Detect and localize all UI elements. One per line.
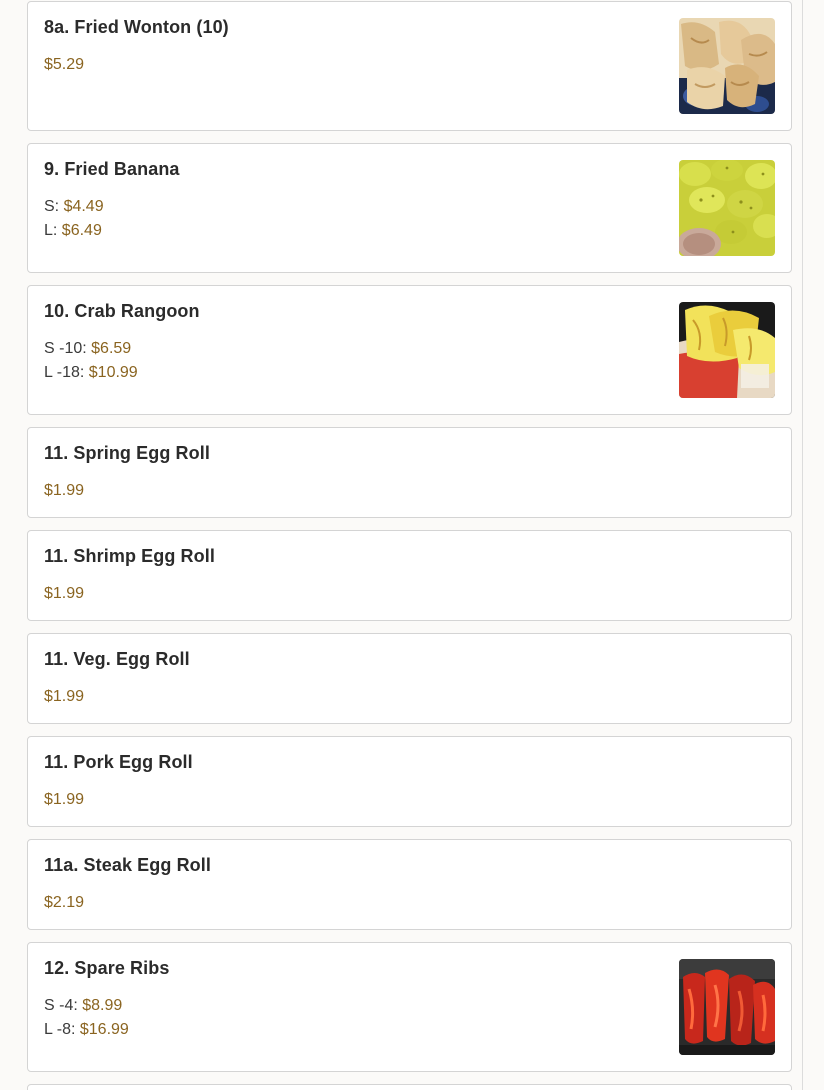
item-name: 9. Fried Banana bbox=[44, 159, 180, 179]
price-value: $10.99 bbox=[88, 364, 138, 381]
item-name: 12. Spare Ribs bbox=[44, 958, 170, 978]
menu-item-list: 8a. Fried Wonton (10) $5.29 9. Fried Ban… bbox=[27, 1, 792, 1090]
crab-rangoon-photo bbox=[679, 302, 775, 398]
price-row: L -8: $16.99 bbox=[44, 1018, 129, 1042]
item-prices: $1.99 bbox=[44, 685, 84, 709]
price-size-label: S: bbox=[44, 198, 64, 215]
item-name: 11a. Steak Egg Roll bbox=[44, 855, 211, 875]
price-row: S -10: $6.59 bbox=[44, 337, 138, 361]
page-divider bbox=[802, 0, 803, 1090]
price-value: $8.99 bbox=[82, 997, 123, 1014]
fried-banana-photo bbox=[679, 160, 775, 256]
menu-page: 8a. Fried Wonton (10) $5.29 9. Fried Ban… bbox=[0, 0, 824, 1090]
menu-item-card[interactable]: 11. Spring Egg Roll $1.99 bbox=[27, 427, 792, 518]
price-row: $1.99 bbox=[44, 685, 84, 709]
price-value: $6.49 bbox=[61, 222, 102, 239]
item-name: 10. Crab Rangoon bbox=[44, 301, 200, 321]
item-name: 8a. Fried Wonton (10) bbox=[44, 17, 229, 37]
price-value: $4.49 bbox=[63, 198, 104, 215]
item-prices: $1.99 bbox=[44, 788, 84, 812]
price-size-label: L -8: bbox=[44, 1021, 80, 1038]
menu-item-card[interactable]: 12. Spare Ribs S -4: $8.99 L -8: $16.99 bbox=[27, 942, 792, 1072]
fried-wonton-photo bbox=[679, 18, 775, 114]
price-size-label: L: bbox=[44, 222, 62, 239]
item-prices: $1.99 bbox=[44, 582, 84, 606]
price-value: $2.19 bbox=[44, 894, 85, 911]
menu-item-card[interactable]: 11. Veg. Egg Roll $1.99 bbox=[27, 633, 792, 724]
menu-item-card[interactable]: 10. Crab Rangoon S -10: $6.59 L -18: $10… bbox=[27, 285, 792, 415]
price-row: S: $4.49 bbox=[44, 195, 104, 219]
menu-item-card[interactable]: 9. Fried Banana S: $4.49 L: $6.49 bbox=[27, 143, 792, 273]
price-row: $2.19 bbox=[44, 891, 84, 915]
item-name: 11. Shrimp Egg Roll bbox=[44, 546, 215, 566]
price-size-label: S -10: bbox=[44, 340, 92, 357]
price-row: $5.29 bbox=[44, 53, 84, 77]
item-prices: $5.29 bbox=[44, 53, 84, 77]
price-row: S -4: $8.99 bbox=[44, 994, 129, 1018]
spare-ribs-photo bbox=[679, 959, 775, 1055]
price-value: $16.99 bbox=[79, 1021, 129, 1038]
price-value: $1.99 bbox=[44, 482, 85, 499]
menu-item-card[interactable]: 8a. Fried Wonton (10) $5.29 bbox=[27, 1, 792, 131]
price-value: $1.99 bbox=[44, 791, 85, 808]
item-prices: S -10: $6.59 L -18: $10.99 bbox=[44, 337, 138, 385]
price-value: $1.99 bbox=[44, 585, 85, 602]
price-size-label: S -4: bbox=[44, 997, 83, 1014]
item-name: 11. Veg. Egg Roll bbox=[44, 649, 190, 669]
price-row: $1.99 bbox=[44, 788, 84, 812]
price-row: $1.99 bbox=[44, 479, 84, 503]
price-row: L: $6.49 bbox=[44, 219, 104, 243]
price-size-label: L -18: bbox=[44, 364, 89, 381]
item-name: 11. Pork Egg Roll bbox=[44, 752, 193, 772]
price-row: L -18: $10.99 bbox=[44, 361, 138, 385]
item-prices: $1.99 bbox=[44, 479, 84, 503]
item-prices: S -4: $8.99 L -8: $16.99 bbox=[44, 994, 129, 1042]
menu-item-card[interactable]: 11a. Steak Egg Roll $2.19 bbox=[27, 839, 792, 930]
price-value: $1.99 bbox=[44, 688, 85, 705]
item-prices: $2.19 bbox=[44, 891, 84, 915]
item-name: 11. Spring Egg Roll bbox=[44, 443, 210, 463]
item-prices: S: $4.49 L: $6.49 bbox=[44, 195, 104, 243]
menu-item-card[interactable]: 11. Shrimp Egg Roll $1.99 bbox=[27, 530, 792, 621]
price-value: $5.29 bbox=[44, 56, 85, 73]
price-row: $1.99 bbox=[44, 582, 84, 606]
price-value: $6.59 bbox=[91, 340, 132, 357]
menu-item-card[interactable]: 11. Pork Egg Roll $1.99 bbox=[27, 736, 792, 827]
menu-item-card[interactable] bbox=[27, 1084, 792, 1090]
